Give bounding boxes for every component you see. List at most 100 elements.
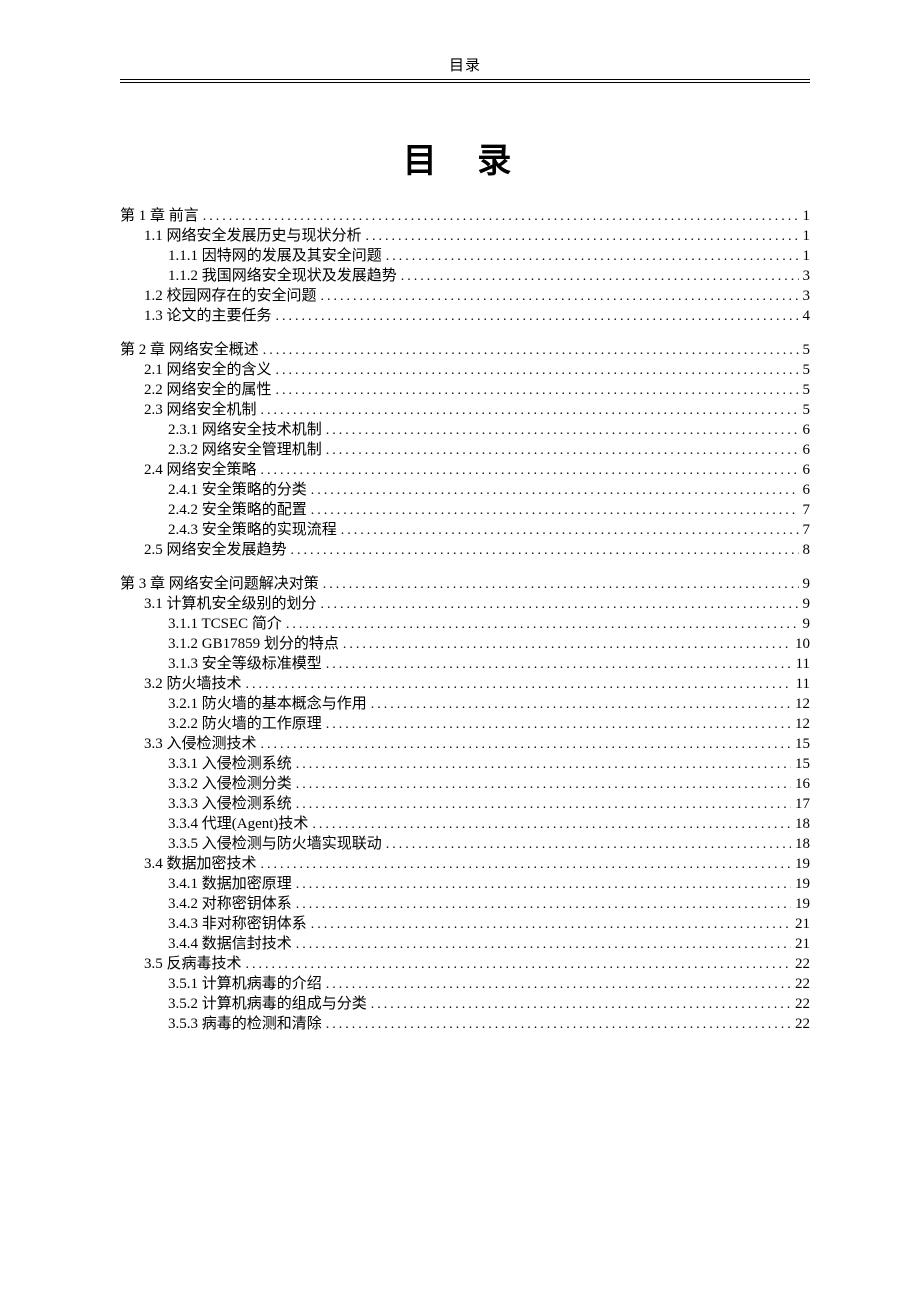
- toc-entry[interactable]: 3.5.1 计算机病毒的介绍22: [120, 974, 810, 994]
- toc-entry[interactable]: 2.3 网络安全机制5: [120, 400, 810, 420]
- toc-entry[interactable]: 3.3 入侵检测技术15: [120, 734, 810, 754]
- toc-entry-page: 18: [795, 837, 810, 852]
- toc-entry[interactable]: 3.4.4 数据信封技术21: [120, 934, 810, 954]
- toc-entry-text: 第 1 章 前言: [120, 209, 199, 224]
- toc-entry-page: 6: [803, 423, 811, 438]
- toc-leader-dots: [326, 718, 791, 732]
- toc-entry-page: 15: [795, 757, 810, 772]
- toc-entry-page: 21: [795, 917, 810, 932]
- toc-entry-page: 9: [803, 597, 811, 612]
- toc-leader-dots: [276, 384, 799, 398]
- toc-entry[interactable]: 3.3.3 入侵检测系统17: [120, 794, 810, 814]
- toc-leader-dots: [321, 290, 799, 304]
- toc-entry[interactable]: 1.1.2 我国网络安全现状及发展趋势3: [120, 266, 810, 286]
- toc-entry-page: 22: [795, 957, 810, 972]
- toc-entry[interactable]: 第 2 章 网络安全概述 5: [120, 340, 810, 360]
- toc-entry-page: 16: [795, 777, 810, 792]
- toc-entry[interactable]: 3.1.2 GB17859 划分的特点10: [120, 634, 810, 654]
- toc-entry[interactable]: 3.5.2 计算机病毒的组成与分类22: [120, 994, 810, 1014]
- toc-leader-dots: [386, 838, 791, 852]
- toc-leader-dots: [276, 364, 799, 378]
- toc-entry[interactable]: 2.4.2 安全策略的配置7: [120, 500, 810, 520]
- toc-leader-dots: [371, 698, 791, 712]
- toc-entry-text: 1.1.2 我国网络安全现状及发展趋势: [168, 269, 397, 284]
- toc-entry-text: 2.4.3 安全策略的实现流程: [168, 523, 337, 538]
- toc-entry-page: 9: [803, 617, 811, 632]
- table-of-contents: 第 1 章 前言11.1 网络安全发展历史与现状分析11.1.1 因特网的发展及…: [120, 206, 810, 1034]
- toc-entry-text: 3.4.1 数据加密原理: [168, 877, 292, 892]
- toc-entry[interactable]: 3.2.2 防火墙的工作原理12: [120, 714, 810, 734]
- toc-entry-page: 5: [803, 403, 811, 418]
- toc-entry[interactable]: 2.2 网络安全的属性5: [120, 380, 810, 400]
- toc-leader-dots: [401, 270, 799, 284]
- toc-leader-dots: [311, 918, 791, 932]
- toc-entry-page: 7: [803, 503, 811, 518]
- toc-entry-text: 2.1 网络安全的含义: [144, 363, 272, 378]
- toc-entry-text: 第 2 章 网络安全概述: [120, 343, 259, 358]
- toc-entry-page: 12: [795, 697, 810, 712]
- toc-entry[interactable]: 1.3 论文的主要任务4: [120, 306, 810, 326]
- toc-entry-text: 2.5 网络安全发展趋势: [144, 543, 287, 558]
- toc-entry-page: 19: [795, 897, 810, 912]
- toc-entry[interactable]: 2.4 网络安全策略6: [120, 460, 810, 480]
- toc-entry-page: 21: [795, 937, 810, 952]
- toc-entry[interactable]: 3.1.1 TCSEC 简介9: [120, 614, 810, 634]
- toc-leader-dots: [261, 738, 791, 752]
- toc-entry-text: 3.4 数据加密技术: [144, 857, 257, 872]
- toc-leader-dots: [343, 638, 791, 652]
- toc-entry-page: 19: [795, 877, 810, 892]
- toc-entry-text: 1.3 论文的主要任务: [144, 309, 272, 324]
- toc-entry[interactable]: 3.3.1 入侵检测系统 15: [120, 754, 810, 774]
- toc-entry[interactable]: 3.5.3 病毒的检测和清除22: [120, 1014, 810, 1034]
- toc-entry[interactable]: 3.1 计算机安全级别的划分 9: [120, 594, 810, 614]
- toc-entry[interactable]: 2.3.2 网络安全管理机制 6: [120, 440, 810, 460]
- toc-entry[interactable]: 1.1.1 因特网的发展及其安全问题1: [120, 246, 810, 266]
- toc-entry[interactable]: 3.4.1 数据加密原理 19: [120, 874, 810, 894]
- toc-entry-text: 3.3.1 入侵检测系统: [168, 757, 292, 772]
- toc-leader-dots: [246, 958, 791, 972]
- toc-entry-page: 6: [803, 463, 811, 478]
- toc-entry[interactable]: 2.5 网络安全发展趋势8: [120, 540, 810, 560]
- toc-entry-page: 6: [803, 443, 811, 458]
- toc-entry[interactable]: 3.2 防火墙技术11: [120, 674, 810, 694]
- toc-entry[interactable]: 第 1 章 前言1: [120, 206, 810, 226]
- toc-leader-dots: [296, 798, 791, 812]
- toc-leader-dots: [261, 858, 791, 872]
- toc-leader-dots: [326, 444, 799, 458]
- toc-leader-dots: [321, 598, 799, 612]
- toc-entry[interactable]: 2.4.3 安全策略的实现流程 7: [120, 520, 810, 540]
- toc-entry[interactable]: 3.3.4 代理(Agent)技术18: [120, 814, 810, 834]
- toc-leader-dots: [261, 464, 799, 478]
- toc-entry-page: 17: [795, 797, 810, 812]
- toc-entry-text: 3.1 计算机安全级别的划分: [144, 597, 317, 612]
- toc-leader-dots: [263, 344, 799, 358]
- toc-leader-dots: [246, 678, 792, 692]
- toc-entry[interactable]: 2.1 网络安全的含义5: [120, 360, 810, 380]
- toc-entry-page: 7: [803, 523, 811, 538]
- toc-entry-text: 3.5.1 计算机病毒的介绍: [168, 977, 322, 992]
- toc-entry[interactable]: 2.3.1 网络安全技术机制6: [120, 420, 810, 440]
- toc-entry-text: 3.1.2 GB17859 划分的特点: [168, 637, 339, 652]
- toc-entry[interactable]: 2.4.1 安全策略的分类6: [120, 480, 810, 500]
- toc-entry[interactable]: 第 3 章 网络安全问题解决对策9: [120, 574, 810, 594]
- toc-leader-dots: [311, 484, 799, 498]
- toc-entry-page: 12: [795, 717, 810, 732]
- toc-leader-dots: [326, 1018, 791, 1032]
- toc-entry-text: 2.3.2 网络安全管理机制: [168, 443, 322, 458]
- toc-entry[interactable]: 3.4.3 非对称密钥体系21: [120, 914, 810, 934]
- toc-entry-page: 5: [803, 343, 811, 358]
- toc-entry-text: 1.1 网络安全发展历史与现状分析: [144, 229, 362, 244]
- toc-entry[interactable]: 3.4 数据加密技术19: [120, 854, 810, 874]
- toc-entry-page: 6: [803, 483, 811, 498]
- toc-entry[interactable]: 3.1.3 安全等级标准模型11: [120, 654, 810, 674]
- toc-entry[interactable]: 3.4.2 对称密钥体系19: [120, 894, 810, 914]
- toc-entry[interactable]: 3.2.1 防火墙的基本概念与作用12: [120, 694, 810, 714]
- toc-entry[interactable]: 1.1 网络安全发展历史与现状分析1: [120, 226, 810, 246]
- toc-entry[interactable]: 3.5 反病毒技术22: [120, 954, 810, 974]
- toc-entry[interactable]: 3.3.5 入侵检测与防火墙实现联动18: [120, 834, 810, 854]
- toc-entry[interactable]: 3.3.2 入侵检测分类16: [120, 774, 810, 794]
- toc-leader-dots: [371, 998, 791, 1012]
- toc-entry[interactable]: 1.2 校园网存在的安全问题3: [120, 286, 810, 306]
- toc-leader-dots: [286, 618, 799, 632]
- toc-leader-dots: [326, 424, 799, 438]
